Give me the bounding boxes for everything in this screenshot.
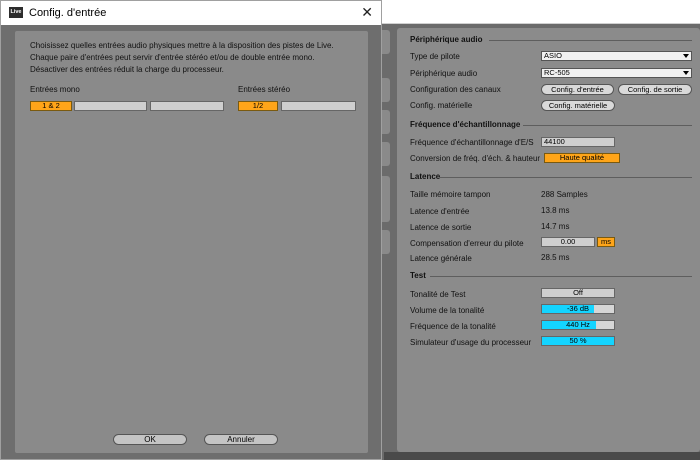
cpu-simulator-value: 50 % bbox=[569, 336, 587, 345]
cpu-simulator-slider[interactable]: 50 % bbox=[541, 336, 615, 346]
section-divider bbox=[430, 276, 692, 277]
conversion-quality-toggle[interactable]: Haute qualité bbox=[544, 153, 620, 163]
input-latency-value: 13.8 ms bbox=[541, 206, 570, 215]
mono-input-pair[interactable]: 1 & 2 bbox=[30, 101, 72, 111]
section-title-sample-rate: Fréquence d'échantillonnage bbox=[410, 120, 521, 129]
mono-input-pair[interactable] bbox=[150, 101, 224, 111]
io-rate-label: Fréquence d'échantillonnage d'E/S bbox=[410, 138, 534, 147]
dialog-title: Config. d'entrée bbox=[29, 7, 107, 19]
description-line: Chaque paire d'entrées peut servir d'ent… bbox=[30, 53, 315, 62]
mono-input-pair[interactable] bbox=[74, 101, 147, 111]
chevron-down-icon bbox=[683, 71, 689, 75]
channel-config-label: Configuration des canaux bbox=[410, 85, 501, 94]
stereo-inputs-title: Entrées stéréo bbox=[238, 85, 291, 94]
buffer-size-value[interactable]: 288 Samples bbox=[541, 190, 588, 199]
input-config-button[interactable]: Config. d'entrée bbox=[541, 84, 614, 95]
section-divider bbox=[439, 177, 692, 178]
mono-inputs-title: Entrées mono bbox=[30, 85, 80, 94]
section-title-latency: Latence bbox=[410, 172, 441, 181]
overall-latency-label: Latence générale bbox=[410, 254, 472, 263]
tone-frequency-label: Fréquence de la tonalité bbox=[410, 322, 496, 331]
conversion-label: Conversion de fréq. d'éch. & hauteur bbox=[410, 154, 541, 163]
audio-device-label: Périphérique audio bbox=[410, 69, 478, 78]
dialog-body: Choisissez quelles entrées audio physiqu… bbox=[15, 31, 368, 453]
section-title-audio-device: Périphérique audio bbox=[410, 35, 483, 44]
driver-type-label: Type de pilote bbox=[410, 52, 460, 61]
test-tone-toggle[interactable]: Off bbox=[541, 288, 615, 298]
close-icon[interactable]: ✕ bbox=[361, 4, 373, 20]
audio-preferences-panel: Périphérique audio Type de pilote ASIO P… bbox=[397, 28, 700, 452]
chevron-down-icon bbox=[683, 54, 689, 58]
status-strip bbox=[384, 452, 700, 460]
driver-type-value: ASIO bbox=[544, 51, 562, 60]
output-latency-label: Latence de sortie bbox=[410, 223, 472, 232]
output-config-button[interactable]: Config. de sortie bbox=[618, 84, 692, 95]
test-tone-label: Tonalité de Test bbox=[410, 290, 466, 299]
audio-device-value: RC-505 bbox=[544, 68, 570, 77]
tone-volume-slider[interactable]: -36 dB bbox=[541, 304, 615, 314]
buffer-size-label: Taille mémoire tampon bbox=[410, 190, 491, 199]
cancel-button[interactable]: Annuler bbox=[204, 434, 278, 445]
driver-comp-label: Compensation d'erreur du pilote bbox=[410, 239, 524, 248]
section-divider bbox=[489, 40, 692, 41]
description-line: Choisissez quelles entrées audio physiqu… bbox=[30, 41, 334, 50]
preferences-titlebar bbox=[380, 0, 700, 24]
output-latency-value: 14.7 ms bbox=[541, 222, 570, 231]
io-rate-field[interactable]: 44100 bbox=[541, 137, 615, 147]
ok-button[interactable]: OK bbox=[113, 434, 187, 445]
hardware-config-label: Config. matérielle bbox=[410, 101, 473, 110]
input-latency-label: Latence d'entrée bbox=[410, 207, 470, 216]
driver-comp-unit: ms bbox=[597, 237, 615, 247]
section-divider bbox=[523, 125, 692, 126]
dialog-description: Choisissez quelles entrées audio physiqu… bbox=[30, 40, 360, 76]
description-line: Désactiver des entrées réduit la charge … bbox=[30, 65, 224, 74]
dialog-titlebar: Live Config. d'entrée ✕ bbox=[1, 1, 381, 25]
cpu-simulator-label: Simulateur d'usage du processeur bbox=[410, 338, 532, 347]
driver-type-dropdown[interactable]: ASIO bbox=[541, 51, 692, 61]
tone-frequency-slider[interactable]: 440 Hz bbox=[541, 320, 615, 330]
driver-comp-field[interactable]: 0.00 bbox=[541, 237, 595, 247]
overall-latency-value: 28.5 ms bbox=[541, 253, 570, 262]
tone-frequency-value: 440 Hz bbox=[566, 320, 590, 329]
live-logo-icon: Live bbox=[9, 7, 23, 18]
stereo-input-pair[interactable] bbox=[281, 101, 356, 111]
input-config-dialog: Live Config. d'entrée ✕ Choisissez quell… bbox=[0, 0, 382, 460]
stereo-input-pair[interactable]: 1/2 bbox=[238, 101, 278, 111]
tone-volume-label: Volume de la tonalité bbox=[410, 306, 485, 315]
audio-device-dropdown[interactable]: RC-505 bbox=[541, 68, 692, 78]
section-title-test: Test bbox=[410, 271, 426, 280]
tone-volume-value: -36 dB bbox=[566, 304, 590, 313]
hardware-config-button[interactable]: Config. matérielle bbox=[541, 100, 615, 111]
